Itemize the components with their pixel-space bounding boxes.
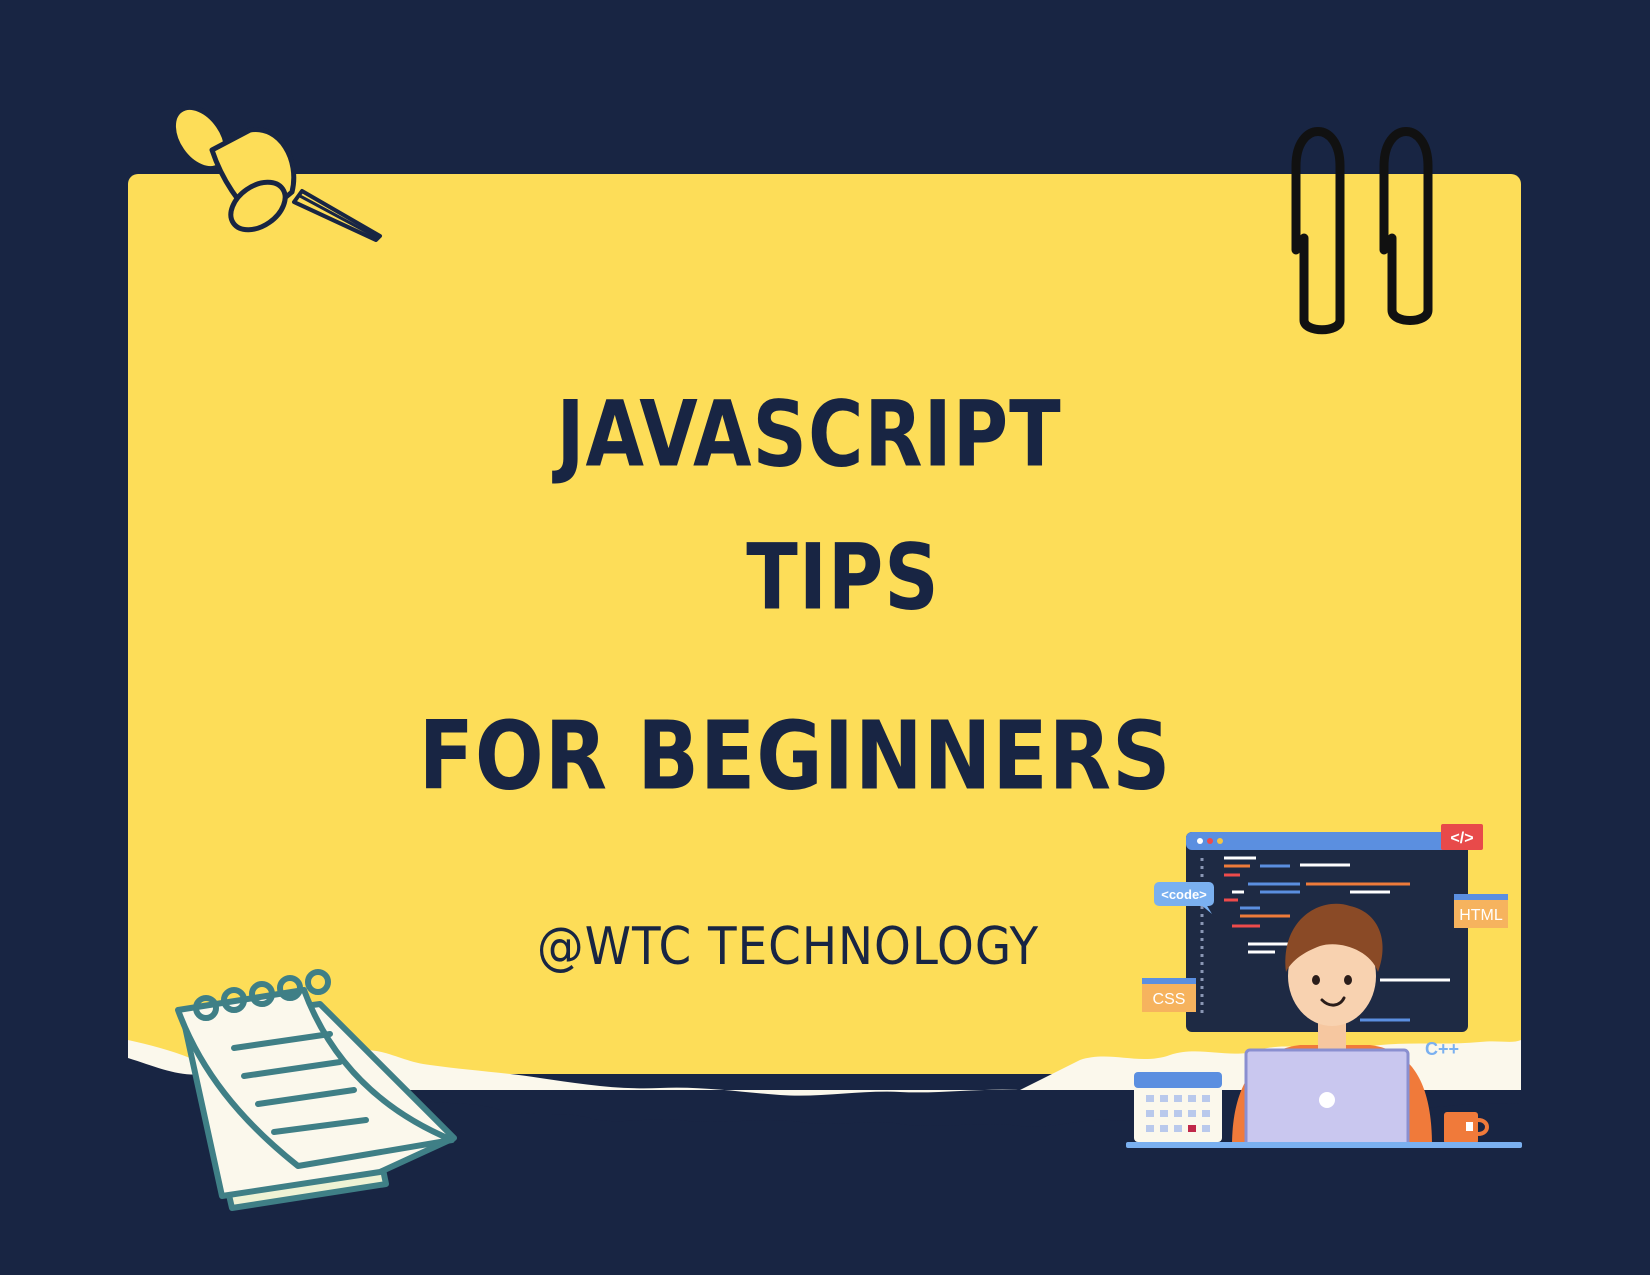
developer-illustration: </> <code> HTML CSS C++ xyxy=(1126,824,1522,1148)
author-handle: @WTC TECHNOLOGY xyxy=(536,917,1040,977)
paperclip-icon xyxy=(1291,127,1433,335)
title-line-1: JAVASCRIPT xyxy=(556,381,1062,487)
desk xyxy=(1126,1142,1522,1148)
css-tag-label: CSS xyxy=(1153,991,1186,1008)
code-bubble-label: <code> xyxy=(1161,887,1207,902)
decoration-layer: </> <code> HTML CSS C++ xyxy=(128,104,1522,1275)
calendar-icon xyxy=(1134,1072,1222,1142)
pushpin-icon xyxy=(170,104,382,242)
cpp-tag-label: C++ xyxy=(1425,1039,1459,1059)
poster: </> <code> HTML CSS C++ JAVASCRIPT TIPS … xyxy=(0,0,1650,1275)
title-line-2: TIPS xyxy=(746,524,940,630)
closing-tag-label: </> xyxy=(1450,830,1473,847)
title-line-3: FOR BEGINNERS xyxy=(418,701,1172,812)
